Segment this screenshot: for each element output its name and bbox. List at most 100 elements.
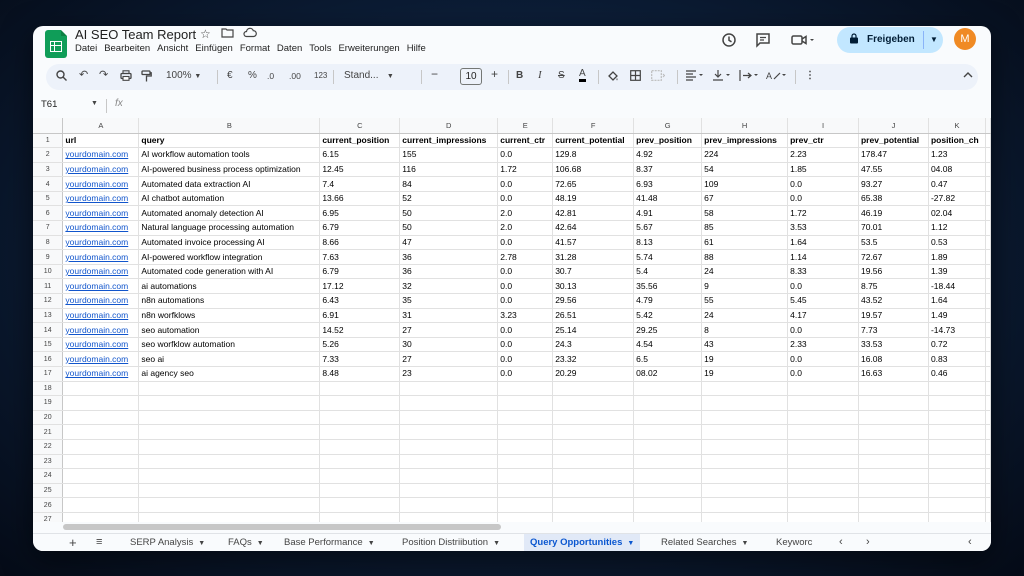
cell[interactable]	[985, 191, 991, 207]
cell[interactable]: 1.39	[928, 264, 987, 280]
cell[interactable]: 16.63	[858, 366, 929, 382]
cell[interactable]: 0.0	[497, 147, 554, 163]
cell[interactable]	[985, 278, 991, 295]
row-header[interactable]: 5	[33, 191, 64, 207]
cell[interactable]: 5.67	[633, 220, 703, 236]
fill-color-icon[interactable]	[607, 70, 619, 85]
cell[interactable]	[62, 424, 140, 440]
zoom-select[interactable]: 100% ▼	[166, 70, 201, 81]
paint-format-icon[interactable]	[141, 70, 152, 85]
cell[interactable]	[497, 454, 554, 470]
cell[interactable]	[552, 454, 635, 470]
cell[interactable]: 4.92	[633, 147, 703, 163]
cell[interactable]: 224	[701, 147, 789, 163]
cell[interactable]: 42.81	[552, 205, 635, 222]
cell[interactable]	[985, 147, 991, 163]
cell[interactable]: 58	[701, 205, 789, 222]
cell[interactable]: 6.43	[319, 293, 401, 309]
cell[interactable]	[985, 308, 991, 324]
cell[interactable]	[985, 322, 991, 338]
cell[interactable]: 42.64	[552, 220, 635, 236]
cell[interactable]: 36	[399, 264, 499, 280]
cell[interactable]: Natural language processing automation	[138, 220, 321, 236]
cell[interactable]	[633, 439, 703, 455]
sheet-tab[interactable]: Query Opportunities ▼	[524, 534, 641, 551]
cell[interactable]: 6.95	[319, 205, 401, 222]
cell[interactable]	[552, 497, 635, 513]
cell[interactable]: 0.0	[497, 235, 554, 251]
column-header[interactable]: A	[62, 118, 140, 134]
sheet-tab[interactable]: Keyworc	[770, 534, 814, 551]
cell[interactable]: yourdomain.com	[62, 322, 140, 338]
cell[interactable]: current_potential	[552, 133, 635, 149]
cell[interactable]	[497, 381, 554, 397]
cell[interactable]	[985, 337, 991, 353]
cell[interactable]: 7.4	[319, 176, 401, 192]
cell[interactable]	[552, 410, 635, 426]
document-title[interactable]: AI SEO Team Report	[75, 27, 196, 42]
column-header[interactable]: K	[928, 118, 987, 134]
cell[interactable]: query	[138, 133, 321, 149]
cell[interactable]	[701, 497, 789, 513]
cell[interactable]	[138, 395, 321, 411]
cell[interactable]: 6.91	[319, 308, 401, 324]
italic-button[interactable]: I	[538, 69, 542, 81]
cell[interactable]: 1.12	[928, 220, 987, 236]
cell[interactable]: 23	[399, 366, 499, 382]
sheet-tab[interactable]: Position Distriibution ▼	[396, 534, 506, 551]
percent-format-button[interactable]: %	[248, 70, 257, 81]
cell[interactable]: 72.65	[552, 176, 635, 192]
cell[interactable]	[62, 439, 140, 455]
row-header[interactable]: 11	[33, 278, 64, 295]
row-header[interactable]: 6	[33, 205, 64, 222]
cell[interactable]	[138, 512, 321, 522]
cell[interactable]	[787, 395, 859, 411]
cell[interactable]: prev_impressions	[701, 133, 789, 149]
cell[interactable]: 19.57	[858, 308, 929, 324]
cell[interactable]	[62, 468, 140, 484]
cell[interactable]	[62, 454, 140, 470]
cell[interactable]	[701, 410, 789, 426]
cell[interactable]: 54	[701, 162, 789, 178]
sheet-tab[interactable]: FAQs ▼	[222, 534, 270, 551]
cell[interactable]	[497, 497, 554, 513]
sheets-logo-icon[interactable]	[45, 30, 67, 58]
increase-font-size-button[interactable]: +	[491, 67, 498, 81]
cell[interactable]	[701, 512, 789, 522]
cell[interactable]: 27	[399, 322, 499, 338]
cell[interactable]	[858, 381, 929, 397]
cell[interactable]	[399, 410, 499, 426]
spreadsheet-grid[interactable]: A B C D E F G H I J K 1 url query current_position curr…	[33, 118, 991, 522]
cell[interactable]: yourdomain.com	[62, 235, 140, 251]
cell[interactable]: 19	[701, 366, 789, 382]
borders-icon[interactable]	[630, 70, 641, 84]
cell[interactable]: seo automation	[138, 322, 321, 338]
cell[interactable]: 31	[399, 308, 499, 324]
avatar[interactable]: M	[954, 28, 976, 50]
cell[interactable]	[701, 381, 789, 397]
cell[interactable]: 2.0	[497, 220, 554, 236]
cell[interactable]: 65.38	[858, 191, 929, 207]
chevron-down-icon[interactable]: ▼	[257, 540, 264, 547]
cell[interactable]	[319, 424, 401, 440]
cell[interactable]: AI-powered business process optimization	[138, 162, 321, 178]
cell[interactable]	[985, 483, 991, 499]
print-icon[interactable]	[120, 70, 132, 84]
row-header[interactable]: 12	[33, 293, 64, 309]
cell[interactable]: yourdomain.com	[62, 220, 140, 236]
cell[interactable]	[701, 454, 789, 470]
share-button[interactable]: Freigeben ▼	[837, 27, 943, 53]
chevron-down-icon[interactable]: ▼	[368, 540, 375, 547]
column-header[interactable]: J	[858, 118, 929, 134]
cell[interactable]	[319, 497, 401, 513]
cell[interactable]: 72.67	[858, 249, 929, 265]
row-header[interactable]: 21	[33, 424, 64, 440]
menu-edit[interactable]: Bearbeiten	[104, 43, 150, 54]
cell[interactable]	[787, 454, 859, 470]
cell[interactable]: 88	[701, 249, 789, 265]
more-options-icon[interactable]: ⋮	[805, 70, 815, 81]
cell[interactable]	[633, 468, 703, 484]
cell[interactable]	[701, 424, 789, 440]
cell[interactable]	[138, 497, 321, 513]
cell[interactable]	[399, 454, 499, 470]
